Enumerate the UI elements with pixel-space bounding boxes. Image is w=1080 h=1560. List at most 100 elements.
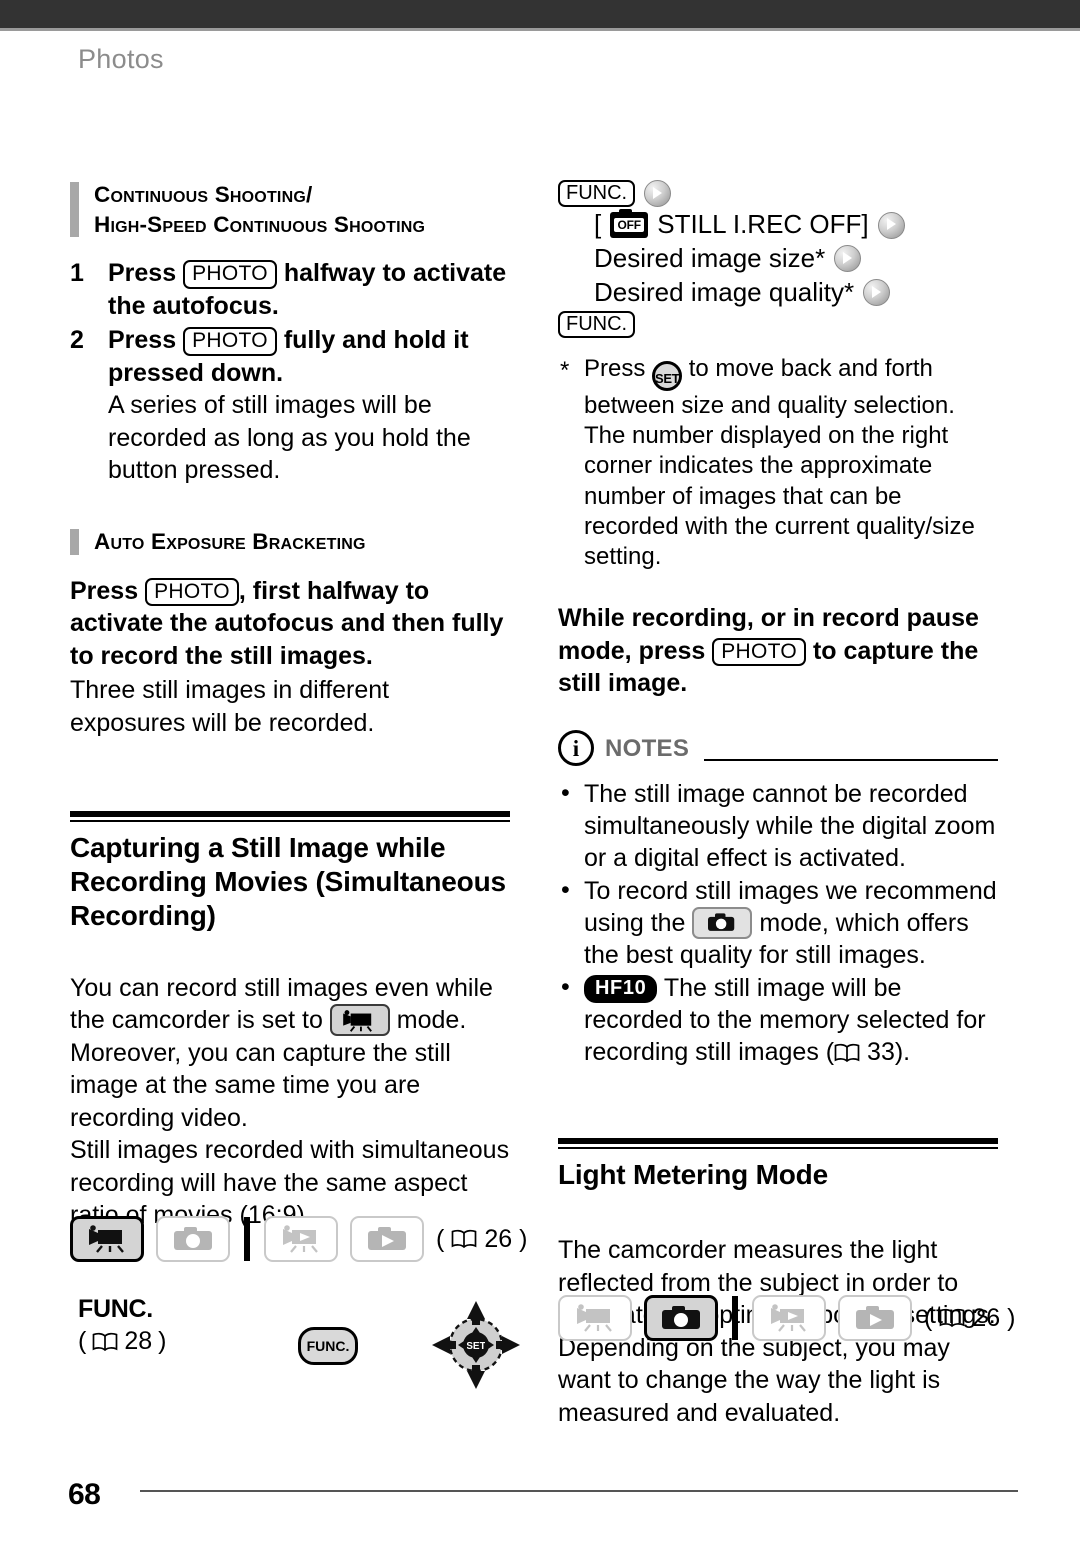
movie-play-icon xyxy=(771,1304,806,1332)
note-item-3: • HF10 The still image will be recorded … xyxy=(558,972,998,1068)
model-badge-hf10: HF10 xyxy=(584,974,658,1004)
section-title: Light Metering Mode xyxy=(558,1158,828,1190)
step-1: 1 Press PHOTO halfway to activate the au… xyxy=(70,257,510,322)
subhead-line-1: Auto Exposure Bracketing xyxy=(94,528,366,554)
photo-record-icon xyxy=(692,906,753,939)
photo-record-icon xyxy=(174,1227,212,1250)
func-label: FUNC. xyxy=(78,1295,153,1323)
footnote-text-after: to move back and forth between size and … xyxy=(584,354,975,571)
section-rule xyxy=(558,1137,998,1149)
footer-rule xyxy=(140,1489,1018,1492)
book-icon xyxy=(834,1043,860,1062)
subhead-auto-exposure-bracketing: Auto Exposure Bracketing xyxy=(70,527,510,557)
subhead-line-2: High-Speed Continuous Shooting xyxy=(94,211,426,237)
note-item-2: • To record still images we recommend us… xyxy=(558,875,998,971)
set-button-icon[interactable]: SET xyxy=(652,360,683,391)
left-column: Continuous Shooting/ High-Speed Continuo… xyxy=(70,180,510,1232)
mode-bar-separator xyxy=(244,1217,250,1261)
menu-item-image-size[interactable]: Desired image size* xyxy=(558,243,998,275)
menu-flow-end: FUNC. xyxy=(558,310,998,338)
mode-bar-right: ( 26) xyxy=(558,1295,1015,1341)
photo-play-icon xyxy=(368,1227,406,1250)
photo-keycap[interactable]: PHOTO xyxy=(145,577,239,607)
movie-record-icon xyxy=(329,1004,390,1037)
pageref-number: 26 xyxy=(972,1303,1001,1332)
notes-rule xyxy=(704,758,998,761)
page-top-bar-shadow xyxy=(0,28,1080,31)
capturing-paragraph-1: You can record still images even while t… xyxy=(70,972,510,1135)
note-text-after: ). xyxy=(894,1037,911,1066)
movie-record-icon xyxy=(577,1304,612,1332)
right-column: FUNC. [ OFF STILL I.REC OFF] Desired ima… xyxy=(558,180,998,1429)
book-icon xyxy=(92,1332,118,1351)
page-number: 68 xyxy=(68,1478,101,1511)
subhead-continuous-shooting: Continuous Shooting/ High-Speed Continuo… xyxy=(70,180,510,239)
menu-item-still-irec-off[interactable]: [ OFF STILL I.REC OFF] xyxy=(558,209,998,241)
off-label: OFF xyxy=(614,218,645,233)
arrow-right-icon[interactable] xyxy=(877,211,905,239)
mode-button-movie-record[interactable] xyxy=(558,1295,632,1341)
note-item-1: • The still image cannot be recorded sim… xyxy=(558,778,998,874)
joystick-control[interactable]: SET xyxy=(428,1295,524,1395)
aeb-text-before: Press xyxy=(70,576,139,605)
notes-title: NOTES xyxy=(605,734,690,762)
info-icon: i xyxy=(558,729,594,766)
photo-keycap[interactable]: PHOTO xyxy=(712,637,807,667)
func-keycap[interactable]: FUNC. xyxy=(558,310,636,338)
page-reference: ( 26) xyxy=(436,1225,527,1254)
mode-button-movie-play[interactable] xyxy=(264,1216,338,1262)
book-icon xyxy=(939,1308,965,1328)
mode-button-photo-play[interactable] xyxy=(838,1295,912,1341)
subhead-accent-bar xyxy=(70,528,79,555)
step-1-text-before: Press xyxy=(108,259,177,288)
pageref-open: ( xyxy=(78,1327,87,1355)
still-image-rec-off-icon: OFF xyxy=(610,209,649,239)
footnote-set-button: * Press SET to move back and forth betwe… xyxy=(558,354,998,572)
mode-button-movie-record[interactable] xyxy=(70,1216,144,1262)
photo-keycap[interactable]: PHOTO xyxy=(183,260,277,289)
bullet-icon: • xyxy=(561,972,570,1001)
page-footer: 68 xyxy=(68,1478,1018,1512)
note-pageref-number: 33 xyxy=(867,1037,895,1066)
arrow-right-icon[interactable] xyxy=(863,279,891,307)
pageref-number: 26 xyxy=(484,1224,513,1253)
footnote-text-before: Press xyxy=(584,354,646,382)
func-control-block: FUNC. ( 28) FUNC. SET xyxy=(70,1295,530,1405)
movie-play-icon xyxy=(283,1225,318,1253)
camera-bump xyxy=(619,209,633,215)
section-light-metering-mode: Light Metering Mode xyxy=(558,1137,998,1192)
menu-item-label: Desired image quality* xyxy=(594,276,855,307)
section-title: Capturing a Still Image while Recording … xyxy=(70,832,506,932)
bullet-icon: • xyxy=(561,875,570,904)
menu-item-image-quality[interactable]: Desired image quality* xyxy=(558,277,998,309)
page-top-bar xyxy=(0,0,1080,28)
page-reference: ( 26) xyxy=(924,1304,1015,1333)
func-keycap[interactable]: FUNC. xyxy=(558,180,636,208)
mode-button-photo-play[interactable] xyxy=(350,1216,424,1262)
pageref-open: ( xyxy=(436,1224,445,1253)
mode-bar-separator xyxy=(732,1296,738,1340)
photo-record-icon xyxy=(662,1306,700,1329)
photo-keycap[interactable]: PHOTO xyxy=(183,327,277,356)
section-rule xyxy=(70,811,510,823)
pageref-close: ) xyxy=(158,1327,167,1355)
mode-button-photo-record[interactable] xyxy=(644,1295,718,1341)
subhead-accent-bar xyxy=(70,182,79,238)
menu-item-label: STILL I.REC OFF] xyxy=(657,209,869,240)
aeb-note: Three still images in different exposure… xyxy=(70,676,390,737)
arrow-right-icon[interactable] xyxy=(644,180,672,208)
subhead-line-1: Continuous Shooting/ xyxy=(94,182,313,207)
arrow-right-icon[interactable] xyxy=(834,245,862,273)
pageref-close: ) xyxy=(1007,1303,1016,1332)
step-1-number: 1 xyxy=(70,259,84,288)
pageref-number: 28 xyxy=(124,1327,153,1355)
mode-button-movie-play[interactable] xyxy=(752,1295,826,1341)
running-head: Photos xyxy=(78,44,164,74)
movie-record-icon xyxy=(89,1225,124,1253)
book-icon xyxy=(451,1229,477,1249)
while-recording-instruction: While recording, or in record pause mode… xyxy=(558,602,998,700)
func-button[interactable]: FUNC. xyxy=(298,1327,358,1365)
mode-button-photo-record[interactable] xyxy=(156,1216,230,1262)
step-2-note: A series of still images will be recorde… xyxy=(108,391,471,485)
pageref-close: ) xyxy=(519,1224,528,1253)
